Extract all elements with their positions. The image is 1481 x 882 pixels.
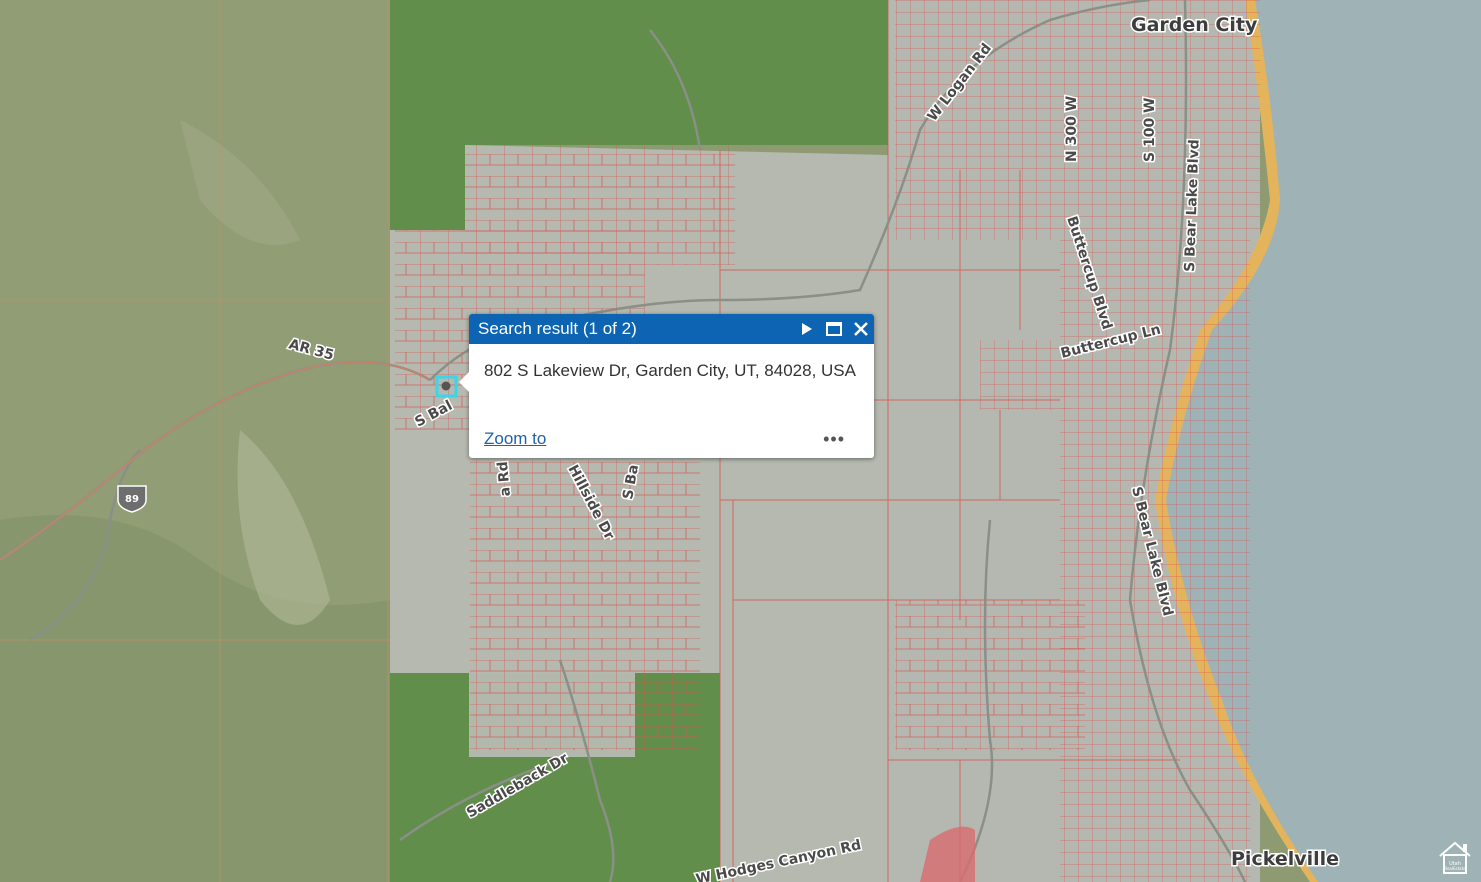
svg-text:RealEstate: RealEstate [1444,866,1466,871]
maximize-icon [825,322,842,336]
play-icon [801,323,812,335]
label-n-300-w: N 300 W [1064,96,1080,162]
popup-pointer [459,372,469,392]
popup-header: Search result (1 of 2) [469,314,874,344]
popup-footer: Zoom to ••• [469,422,874,456]
next-result-button[interactable] [793,314,820,344]
label-garden-city: Garden City [1131,14,1258,36]
close-icon [853,322,868,336]
utah-real-estate-logo: Utah RealEstate [1439,841,1471,874]
maximize-button[interactable] [820,314,847,344]
label-s-100-w: S 100 W [1142,98,1158,163]
us-89-shield: 89 [117,485,147,513]
address-text: 802 S Lakeview Dr, Garden City, UT, 8402… [484,361,856,380]
popup-body: 802 S Lakeview Dr, Garden City, UT, 8402… [469,344,874,422]
close-button[interactable] [847,314,874,344]
label-pickelville: Pickelville [1231,848,1339,870]
more-actions-button[interactable]: ••• [819,430,859,448]
label-a-rd: a Rd [495,461,514,497]
search-result-popup: Search result (1 of 2) 802 S Lakeview Dr… [459,314,874,458]
shield-number: 89 [125,494,139,505]
zoom-to-link[interactable]: Zoom to [484,429,819,449]
popup-title: Search result (1 of 2) [478,319,637,338]
